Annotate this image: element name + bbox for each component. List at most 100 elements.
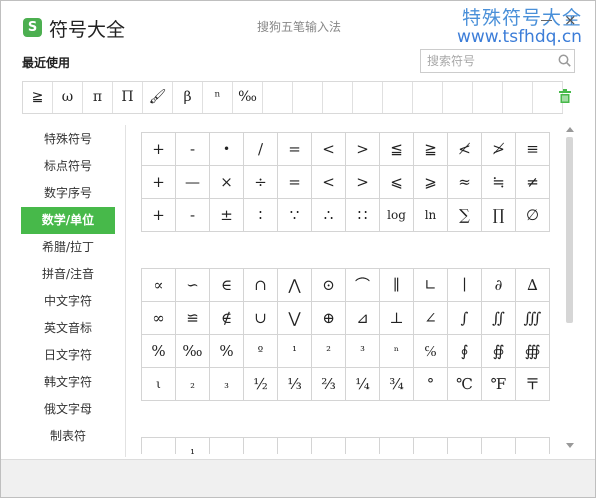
scroll-thumb[interactable] <box>566 137 573 323</box>
symbol-cell[interactable] <box>482 438 516 454</box>
symbol-cell[interactable]: ≡ <box>516 133 550 166</box>
recent-symbol-cell[interactable]: ω <box>53 82 83 113</box>
minimize-button[interactable] <box>541 20 552 21</box>
symbol-cell[interactable]: + <box>142 199 176 232</box>
symbol-cell[interactable]: = <box>278 133 312 166</box>
symbol-cell[interactable]: ² <box>312 335 346 368</box>
search-box[interactable] <box>420 49 575 73</box>
symbol-cell[interactable]: ∞ <box>142 302 176 335</box>
symbol-cell[interactable]: ∑ <box>448 199 482 232</box>
symbol-cell[interactable]: ∶ <box>244 199 278 232</box>
symbol-cell[interactable]: < <box>312 166 346 199</box>
symbol-cell[interactable]: ⩽ <box>380 166 414 199</box>
symbol-cell[interactable]: ∂ <box>482 269 516 302</box>
symbol-cell[interactable]: ∴ <box>312 199 346 232</box>
symbol-cell[interactable]: ⋀ <box>278 269 312 302</box>
symbol-cell[interactable]: log <box>380 199 414 232</box>
symbol-cell[interactable]: ¹ <box>278 335 312 368</box>
symbol-cell[interactable]: ⩾ <box>414 166 448 199</box>
sidebar-item-10[interactable]: 俄文字母 <box>21 396 115 423</box>
recent-symbol-cell[interactable]: β <box>173 82 203 113</box>
sidebar-item-8[interactable]: 日文字符 <box>21 342 115 369</box>
symbol-cell[interactable]: - <box>176 199 210 232</box>
sidebar-item-11[interactable]: 制表符 <box>21 423 115 450</box>
recent-symbol-cell[interactable]: ‰ <box>233 82 263 113</box>
symbol-cell[interactable]: ℃ <box>448 368 482 401</box>
sidebar-item-5[interactable]: 拼音/注音 <box>21 261 115 288</box>
trash-icon[interactable] <box>559 89 571 103</box>
symbol-cell[interactable]: ∪ <box>244 302 278 335</box>
symbol-cell[interactable]: ≒ <box>482 166 516 199</box>
recent-symbol-cell[interactable]: Π <box>113 82 143 113</box>
symbol-cell[interactable]: ∆ <box>516 269 550 302</box>
symbol-cell[interactable]: º <box>244 335 278 368</box>
recent-symbol-cell[interactable] <box>353 82 383 113</box>
symbol-cell[interactable]: ∅ <box>516 199 550 232</box>
symbol-cell[interactable] <box>210 438 244 454</box>
symbol-cell[interactable]: ⅓ <box>278 368 312 401</box>
symbol-cell[interactable]: % <box>142 335 176 368</box>
sidebar-item-6[interactable]: 中文字符 <box>21 288 115 315</box>
symbol-cell[interactable]: ∭ <box>516 302 550 335</box>
symbol-cell[interactable]: ³ <box>346 335 380 368</box>
symbol-cell[interactable]: + <box>142 133 176 166</box>
symbol-cell[interactable]: ∕ <box>244 133 278 166</box>
symbol-cell[interactable]: > <box>346 166 380 199</box>
symbol-cell[interactable]: ∈ <box>210 269 244 302</box>
symbol-cell[interactable]: ⊿ <box>346 302 380 335</box>
recent-symbol-cell[interactable] <box>263 82 293 113</box>
recent-symbol-cell[interactable] <box>443 82 473 113</box>
symbol-cell[interactable]: ₂ <box>176 368 210 401</box>
symbol-cell[interactable]: ι <box>142 368 176 401</box>
symbol-cell[interactable]: • <box>210 133 244 166</box>
symbol-cell[interactable]: ∣ <box>448 269 482 302</box>
symbol-cell[interactable]: ⋁ <box>278 302 312 335</box>
symbol-cell[interactable]: ⅔ <box>312 368 346 401</box>
recent-symbol-cell[interactable] <box>503 82 533 113</box>
symbol-cell[interactable]: ∩ <box>244 269 278 302</box>
symbol-cell[interactable]: × <box>210 166 244 199</box>
symbol-cell[interactable]: ⊥ <box>380 302 414 335</box>
scroll-up-icon[interactable] <box>566 127 574 132</box>
symbol-cell[interactable]: ÷ <box>244 166 278 199</box>
symbol-cell[interactable]: ∥ <box>380 269 414 302</box>
sidebar-item-2[interactable]: 数字序号 <box>21 180 115 207</box>
symbol-cell[interactable] <box>380 438 414 454</box>
sidebar-item-0[interactable]: 特殊符号 <box>21 126 115 153</box>
recent-symbol-cell[interactable]: ≧ <box>23 82 53 113</box>
symbol-cell[interactable]: ∮ <box>448 335 482 368</box>
symbol-cell[interactable]: ⊕ <box>312 302 346 335</box>
symbol-cell[interactable] <box>448 438 482 454</box>
symbol-cell[interactable]: ⌒ <box>346 269 380 302</box>
symbol-cell[interactable]: ∯ <box>482 335 516 368</box>
symbol-cell[interactable]: > <box>346 133 380 166</box>
symbol-cell[interactable]: ∵ <box>278 199 312 232</box>
symbol-cell[interactable]: ln <box>414 199 448 232</box>
recent-symbol-cell[interactable] <box>323 82 353 113</box>
symbol-cell[interactable]: ∬ <box>482 302 516 335</box>
symbol-cell[interactable]: ≌ <box>176 302 210 335</box>
symbol-cell[interactable]: ₃ <box>210 368 244 401</box>
recent-symbol-cell[interactable] <box>413 82 443 113</box>
recent-symbol-cell[interactable]: π <box>83 82 113 113</box>
symbol-cell[interactable]: ½ <box>244 368 278 401</box>
vertical-scrollbar[interactable] <box>564 125 576 453</box>
recent-symbol-cell[interactable] <box>293 82 323 113</box>
symbol-cell[interactable]: 〒 <box>516 368 550 401</box>
symbol-cell[interactable]: ± <box>210 199 244 232</box>
symbol-cell[interactable]: ∫ <box>448 302 482 335</box>
symbol-cell[interactable]: - <box>176 133 210 166</box>
symbol-cell[interactable]: ∷ <box>346 199 380 232</box>
symbol-cell[interactable]: < <box>312 133 346 166</box>
recent-symbol-cell[interactable] <box>383 82 413 113</box>
recent-symbol-cell[interactable]: ⁿ <box>203 82 233 113</box>
search-icon[interactable] <box>558 54 571 67</box>
symbol-cell[interactable]: ⁿ <box>380 335 414 368</box>
symbol-cell[interactable]: ¹ <box>176 438 210 454</box>
symbol-cell[interactable]: ⊙ <box>312 269 346 302</box>
symbol-cell[interactable]: — <box>176 166 210 199</box>
symbol-cell[interactable]: ≯ <box>482 133 516 166</box>
search-input[interactable] <box>421 50 557 72</box>
sidebar-item-1[interactable]: 标点符号 <box>21 153 115 180</box>
sidebar-item-9[interactable]: 韩文字符 <box>21 369 115 396</box>
